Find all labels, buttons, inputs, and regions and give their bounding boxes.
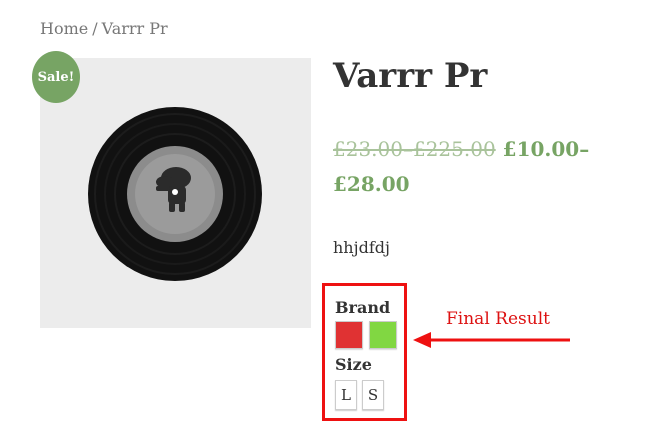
product-title: Varrr Pr (333, 56, 488, 96)
brand-label: Brand (335, 298, 391, 317)
sale-badge: Sale! (32, 51, 80, 103)
size-option-l[interactable]: L (335, 380, 357, 410)
breadcrumb-separator: / (92, 19, 98, 38)
breadcrumb: Home / Varrr Pr (40, 19, 168, 38)
size-label: Size (335, 355, 372, 374)
annotation-arrow-icon (413, 332, 570, 348)
brand-swatch-green[interactable] (369, 321, 397, 349)
size-option-s[interactable]: S (362, 380, 384, 410)
vinyl-record-image (88, 107, 262, 281)
original-price-range: £23.00–£225.00 (333, 137, 496, 161)
breadcrumb-current: Varrr Pr (101, 19, 168, 38)
annotation-label: Final Result (446, 309, 550, 329)
product-description: hhjdfdj (333, 238, 390, 257)
product-image-panel[interactable] (40, 58, 311, 328)
product-price: £23.00–£225.00 £10.00–£28.00 (333, 132, 593, 202)
variations-highlight-box: Brand Size L S (322, 283, 407, 421)
breadcrumb-home-link[interactable]: Home (40, 19, 88, 38)
brand-swatch-red[interactable] (335, 321, 363, 349)
